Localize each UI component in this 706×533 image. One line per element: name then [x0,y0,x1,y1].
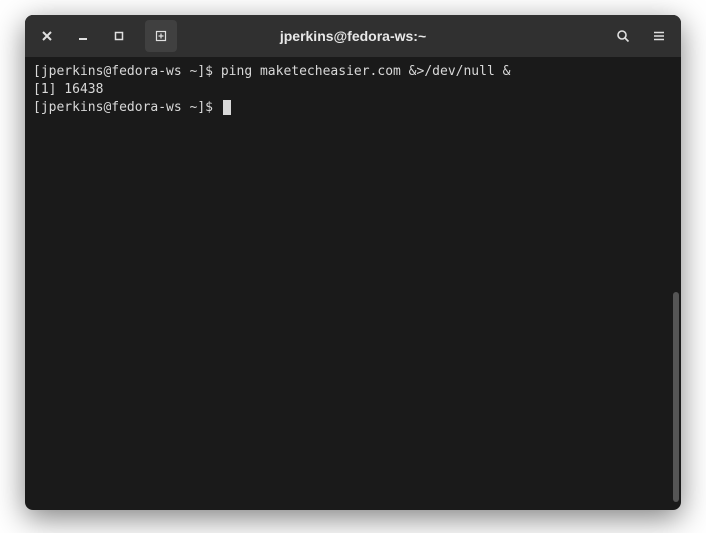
command-text: ping maketecheasier.com &>/dev/null & [221,64,511,79]
window-title: jperkins@fedora-ws:~ [280,28,426,44]
menu-button[interactable] [643,20,675,52]
hamburger-icon [652,29,666,43]
terminal-line: [jperkins@fedora-ws ~]$ ping maketecheas… [33,63,673,81]
terminal-line: [1] 16438 [33,81,673,99]
maximize-button[interactable] [103,20,135,52]
minimize-button[interactable] [67,20,99,52]
scrollbar-thumb[interactable] [673,292,679,502]
cursor [223,100,231,115]
new-tab-button[interactable] [145,20,177,52]
terminal-line: [jperkins@fedora-ws ~]$ [33,99,673,117]
maximize-icon [113,30,125,42]
terminal-body[interactable]: [jperkins@fedora-ws ~]$ ping maketecheas… [25,57,681,510]
titlebar-right-controls [607,20,675,52]
minimize-icon [77,30,89,42]
titlebar: jperkins@fedora-ws:~ [25,15,681,57]
new-tab-icon [154,29,168,43]
search-icon [616,29,630,43]
terminal-window: jperkins@fedora-ws:~ [jperkins@fedora-ws… [25,15,681,510]
close-icon [41,30,53,42]
prompt: [jperkins@fedora-ws ~]$ [33,64,221,79]
search-button[interactable] [607,20,639,52]
titlebar-left-controls [31,20,177,52]
prompt: [jperkins@fedora-ws ~]$ [33,100,221,115]
close-button[interactable] [31,20,63,52]
